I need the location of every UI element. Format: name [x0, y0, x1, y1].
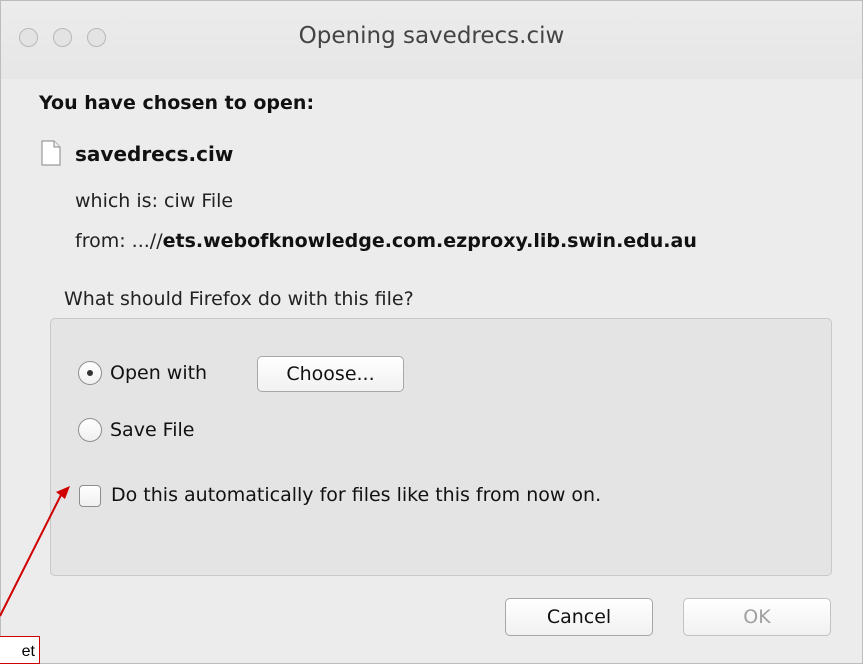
- ok-button[interactable]: OK: [683, 598, 831, 636]
- save-file-label[interactable]: Save File: [110, 419, 194, 441]
- open-with-radio[interactable]: [78, 361, 102, 385]
- file-source-host: ets.webofknowledge.com.ezproxy.lib.swin.…: [162, 230, 697, 252]
- action-question: What should Firefox do with this file?: [64, 288, 414, 310]
- window-title: Opening savedrecs.ciw: [298, 23, 565, 49]
- file-type-line: which is: ciw File: [75, 190, 233, 212]
- cancel-button[interactable]: Cancel: [505, 598, 653, 636]
- radio-selected-dot: [87, 370, 93, 376]
- open-with-label[interactable]: Open with: [110, 362, 207, 384]
- title-bar: Opening savedrecs.ciw: [1, 1, 862, 79]
- screenshot: Opening savedrecs.ciw You have chosen to…: [0, 0, 863, 664]
- file-source-line: from: ...//ets.webofknowledge.com.ezprox…: [75, 230, 697, 252]
- file-type-label: which is:: [75, 190, 158, 212]
- dialog-heading: You have chosen to open:: [39, 92, 315, 114]
- file-source-label: from:: [75, 230, 126, 252]
- auto-action-checkbox[interactable]: [79, 485, 101, 507]
- file-source-prefix: ...//: [131, 230, 163, 252]
- auto-action-label[interactable]: Do this automatically for files like thi…: [111, 484, 601, 506]
- document-icon: [41, 140, 61, 166]
- annotation-callout-text: et: [21, 643, 35, 660]
- annotation-callout: et: [0, 636, 40, 664]
- choose-application-button[interactable]: Choose...: [257, 356, 404, 392]
- dialog-window: Opening savedrecs.ciw You have chosen to…: [0, 0, 863, 664]
- action-options-group: Open with Choose... Save File Do this au…: [50, 318, 832, 576]
- file-type-value: ciw File: [164, 190, 234, 212]
- save-file-radio[interactable]: [78, 418, 102, 442]
- file-name: savedrecs.ciw: [75, 142, 234, 166]
